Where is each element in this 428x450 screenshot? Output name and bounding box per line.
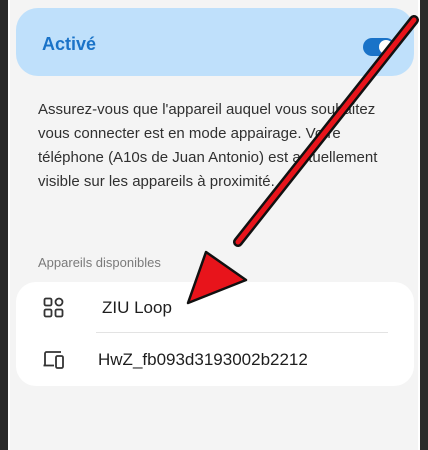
device-name: ZIU Loop [102, 298, 172, 317]
phone-side-button [424, 90, 428, 160]
device-name: HwZ_fb093d3193002b2212 [98, 350, 308, 369]
bluetooth-settings-screen: Activé Assurez-vous que l'appareil auque… [10, 0, 418, 450]
available-devices-title: Appareils disponibles [38, 255, 161, 270]
device-row-ziu-loop[interactable]: ZIU Loop [16, 282, 414, 334]
devices-icon [43, 351, 64, 369]
device-row-hwz[interactable]: HwZ_fb093d3193002b2212 [16, 334, 414, 386]
bluetooth-status-label: Activé [42, 34, 97, 54]
divider [96, 332, 388, 333]
bluetooth-toggle-switch[interactable] [363, 38, 395, 56]
phone-frame-left [0, 0, 8, 450]
pairing-description: Assurez-vous que l'appareil auquel vous … [38, 101, 378, 190]
phone-frame-right [420, 0, 428, 450]
bluetooth-toggle-card[interactable]: Activé [16, 8, 414, 76]
switch-knob [379, 40, 393, 54]
phone-side-button [424, 230, 428, 300]
apps-grid-icon [43, 297, 64, 318]
available-devices-list: ZIU Loop HwZ_fb093d3193002b2212 [16, 282, 414, 386]
phone-side-button [0, 90, 4, 160]
